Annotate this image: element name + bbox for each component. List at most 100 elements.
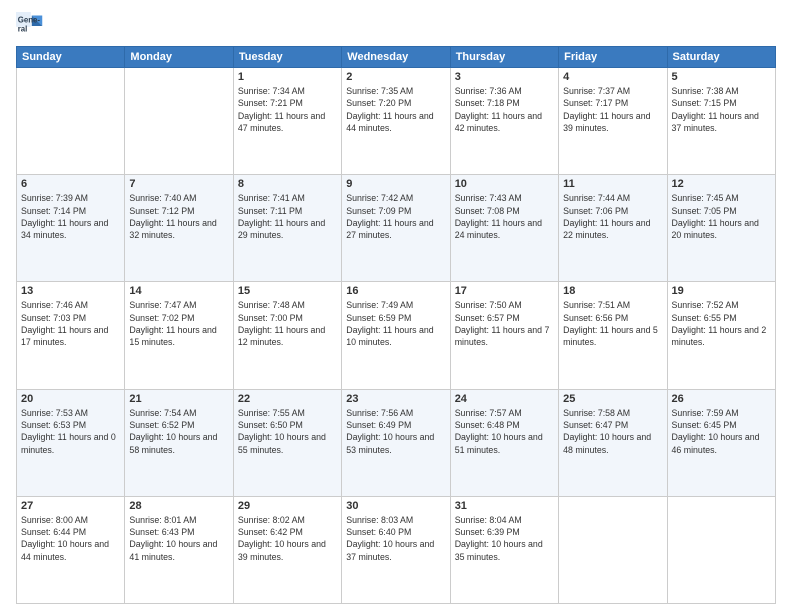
day-header-tuesday: Tuesday: [233, 47, 341, 68]
calendar-cell: 21 Sunrise: 7:54 AM Sunset: 6:52 PM Dayli…: [125, 389, 233, 496]
calendar-cell: 10Sunrise: 7:43 AM Sunset: 7:08 PM Dayli…: [450, 175, 558, 282]
calendar-cell: [17, 68, 125, 175]
day-info: Sunrise: 8:03 AM Sunset: 6:40 PM Dayligh…: [346, 514, 445, 563]
day-info: Sunrise: 7:57 AM Sunset: 6:48 PM Dayligh…: [455, 407, 554, 456]
week-row-2: 6 Sunrise: 7:39 AM Sunset: 7:14 PM Daylig…: [17, 175, 776, 282]
day-info: Sunrise: 7:37 AM Sunset: 7:17 PM Dayligh…: [563, 85, 662, 134]
svg-text:ral: ral: [18, 24, 28, 33]
day-number: 30: [346, 500, 445, 512]
day-info: Sunrise: 7:46 AM Sunset: 7:03 PM Dayligh…: [21, 299, 120, 348]
day-number: 7: [129, 178, 228, 190]
day-number: 23: [346, 393, 445, 405]
day-number: 13: [21, 285, 120, 297]
day-number: 21: [129, 393, 228, 405]
day-info: Sunrise: 8:01 AM Sunset: 6:43 PM Dayligh…: [129, 514, 228, 563]
day-info: Sunrise: 7:47 AM Sunset: 7:02 PM Dayligh…: [129, 299, 228, 348]
header: Gene- ral: [16, 12, 776, 40]
day-number: 6: [21, 178, 120, 190]
day-number: 28: [129, 500, 228, 512]
day-info: Sunrise: 7:56 AM Sunset: 6:49 PM Dayligh…: [346, 407, 445, 456]
calendar-cell: 23 Sunrise: 7:56 AM Sunset: 6:49 PM Dayli…: [342, 389, 450, 496]
calendar-cell: 18 Sunrise: 7:51 AM Sunset: 6:56 PM Dayli…: [559, 282, 667, 389]
day-info: Sunrise: 7:34 AM Sunset: 7:21 PM Dayligh…: [238, 85, 337, 134]
day-header-sunday: Sunday: [17, 47, 125, 68]
day-number: 31: [455, 500, 554, 512]
day-info: Sunrise: 7:35 AM Sunset: 7:20 PM Dayligh…: [346, 85, 445, 134]
day-number: 16: [346, 285, 445, 297]
calendar-cell: 16 Sunrise: 7:49 AM Sunset: 6:59 PM Dayli…: [342, 282, 450, 389]
day-info: Sunrise: 7:41 AM Sunset: 7:11 PM Dayligh…: [238, 192, 337, 241]
calendar-cell: 11Sunrise: 7:44 AM Sunset: 7:06 PM Dayli…: [559, 175, 667, 282]
calendar-cell: 29 Sunrise: 8:02 AM Sunset: 6:42 PM Dayli…: [233, 496, 341, 603]
day-info: Sunrise: 7:39 AM Sunset: 7:14 PM Dayligh…: [21, 192, 120, 241]
calendar-body: 1 Sunrise: 7:34 AM Sunset: 7:21 PM Daylig…: [17, 68, 776, 604]
calendar-cell: 25 Sunrise: 7:58 AM Sunset: 6:47 PM Dayli…: [559, 389, 667, 496]
day-number: 18: [563, 285, 662, 297]
day-info: Sunrise: 7:59 AM Sunset: 6:45 PM Dayligh…: [672, 407, 771, 456]
day-info: Sunrise: 7:52 AM Sunset: 6:55 PM Dayligh…: [672, 299, 771, 348]
calendar-cell: 13 Sunrise: 7:46 AM Sunset: 7:03 PM Dayli…: [17, 282, 125, 389]
day-header-monday: Monday: [125, 47, 233, 68]
day-header-friday: Friday: [559, 47, 667, 68]
calendar-cell: 12 Sunrise: 7:45 AM Sunset: 7:05 PM Dayli…: [667, 175, 775, 282]
day-number: 12: [672, 178, 771, 190]
day-number: 27: [21, 500, 120, 512]
day-number: 15: [238, 285, 337, 297]
week-row-3: 13 Sunrise: 7:46 AM Sunset: 7:03 PM Dayli…: [17, 282, 776, 389]
day-info: Sunrise: 7:48 AM Sunset: 7:00 PM Dayligh…: [238, 299, 337, 348]
day-number: 22: [238, 393, 337, 405]
day-info: Sunrise: 7:44 AM Sunset: 7:06 PM Dayligh…: [563, 192, 662, 241]
day-number: 4: [563, 71, 662, 83]
calendar-cell: 22 Sunrise: 7:55 AM Sunset: 6:50 PM Dayli…: [233, 389, 341, 496]
day-number: 19: [672, 285, 771, 297]
calendar-cell: 20Sunrise: 7:53 AM Sunset: 6:53 PM Dayli…: [17, 389, 125, 496]
day-info: Sunrise: 7:38 AM Sunset: 7:15 PM Dayligh…: [672, 85, 771, 134]
week-row-1: 1 Sunrise: 7:34 AM Sunset: 7:21 PM Daylig…: [17, 68, 776, 175]
day-number: 8: [238, 178, 337, 190]
day-info: Sunrise: 7:55 AM Sunset: 6:50 PM Dayligh…: [238, 407, 337, 456]
day-info: Sunrise: 7:58 AM Sunset: 6:47 PM Dayligh…: [563, 407, 662, 456]
week-row-5: 27 Sunrise: 8:00 AM Sunset: 6:44 PM Dayli…: [17, 496, 776, 603]
calendar-cell: 27 Sunrise: 8:00 AM Sunset: 6:44 PM Dayli…: [17, 496, 125, 603]
calendar-cell: 8 Sunrise: 7:41 AM Sunset: 7:11 PM Daylig…: [233, 175, 341, 282]
calendar-cell: 6 Sunrise: 7:39 AM Sunset: 7:14 PM Daylig…: [17, 175, 125, 282]
svg-text:Gene-: Gene-: [18, 16, 41, 25]
day-number: 3: [455, 71, 554, 83]
calendar-cell: 3Sunrise: 7:36 AM Sunset: 7:18 PM Daylig…: [450, 68, 558, 175]
day-info: Sunrise: 7:45 AM Sunset: 7:05 PM Dayligh…: [672, 192, 771, 241]
logo: Gene- ral: [16, 12, 48, 40]
day-info: Sunrise: 8:02 AM Sunset: 6:42 PM Dayligh…: [238, 514, 337, 563]
day-header-wednesday: Wednesday: [342, 47, 450, 68]
day-info: Sunrise: 7:54 AM Sunset: 6:52 PM Dayligh…: [129, 407, 228, 456]
calendar-cell: 24 Sunrise: 7:57 AM Sunset: 6:48 PM Dayli…: [450, 389, 558, 496]
page: Gene- ral SundayMondayTuesdayWednesdayTh…: [0, 0, 792, 612]
day-number: 5: [672, 71, 771, 83]
calendar-table: SundayMondayTuesdayWednesdayThursdayFrid…: [16, 46, 776, 604]
calendar-cell: 9Sunrise: 7:42 AM Sunset: 7:09 PM Daylig…: [342, 175, 450, 282]
calendar-cell: 30 Sunrise: 8:03 AM Sunset: 6:40 PM Dayli…: [342, 496, 450, 603]
day-number: 1: [238, 71, 337, 83]
calendar-cell: 7Sunrise: 7:40 AM Sunset: 7:12 PM Daylig…: [125, 175, 233, 282]
calendar-cell: 19 Sunrise: 7:52 AM Sunset: 6:55 PM Dayli…: [667, 282, 775, 389]
day-info: Sunrise: 7:50 AM Sunset: 6:57 PM Dayligh…: [455, 299, 554, 348]
calendar-cell: 28 Sunrise: 8:01 AM Sunset: 6:43 PM Dayli…: [125, 496, 233, 603]
day-number: 9: [346, 178, 445, 190]
calendar-cell: 31Sunrise: 8:04 AM Sunset: 6:39 PM Dayli…: [450, 496, 558, 603]
header-row: SundayMondayTuesdayWednesdayThursdayFrid…: [17, 47, 776, 68]
week-row-4: 20Sunrise: 7:53 AM Sunset: 6:53 PM Dayli…: [17, 389, 776, 496]
calendar-cell: 5 Sunrise: 7:38 AM Sunset: 7:15 PM Daylig…: [667, 68, 775, 175]
calendar-cell: [559, 496, 667, 603]
day-number: 29: [238, 500, 337, 512]
day-header-saturday: Saturday: [667, 47, 775, 68]
calendar-cell: 26Sunrise: 7:59 AM Sunset: 6:45 PM Dayli…: [667, 389, 775, 496]
day-info: Sunrise: 7:51 AM Sunset: 6:56 PM Dayligh…: [563, 299, 662, 348]
day-info: Sunrise: 7:49 AM Sunset: 6:59 PM Dayligh…: [346, 299, 445, 348]
day-number: 2: [346, 71, 445, 83]
day-info: Sunrise: 8:00 AM Sunset: 6:44 PM Dayligh…: [21, 514, 120, 563]
day-number: 20: [21, 393, 120, 405]
day-number: 24: [455, 393, 554, 405]
calendar-cell: 14Sunrise: 7:47 AM Sunset: 7:02 PM Dayli…: [125, 282, 233, 389]
day-number: 25: [563, 393, 662, 405]
calendar-cell: [125, 68, 233, 175]
day-number: 17: [455, 285, 554, 297]
